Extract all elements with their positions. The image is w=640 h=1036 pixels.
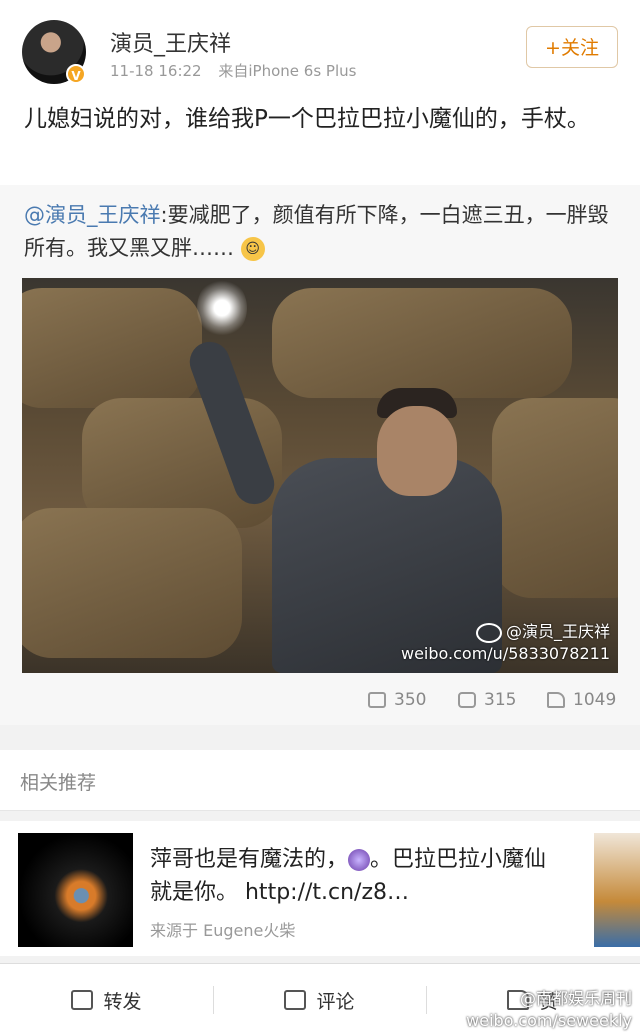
shy-face-emoji-icon: ☺ xyxy=(240,237,265,261)
corner-watermark-handle: @南都娱乐周刊 xyxy=(519,989,632,1008)
related-text-part1: 萍哥也是有魔法的， xyxy=(150,847,349,872)
verified-icon: V xyxy=(66,64,86,84)
photo-watermark: @演员_王庆祥 weibo.com/u/5833078211 xyxy=(401,621,610,665)
related-source: 来源于 Eugene火柴 xyxy=(150,921,296,940)
like-count-value: 1049 xyxy=(573,690,617,710)
repost-count-value: 350 xyxy=(394,690,427,710)
post-time: 11-18 16:22 xyxy=(110,62,202,80)
repost-button-label: 转发 xyxy=(103,990,142,1013)
sandbag xyxy=(22,508,242,658)
sandbag xyxy=(272,288,572,398)
section-gap xyxy=(0,725,640,750)
related-text: 萍哥也是有魔法的， 。巴拉巴拉小魔仙就是你。 http://t.cn/z8… xyxy=(150,843,550,909)
bottom-action-bar: 转发 评论 赞 @南都娱乐周刊 weibo.com/seweekly xyxy=(0,963,640,1036)
lighter-flame xyxy=(197,278,247,338)
section-gap xyxy=(0,811,640,821)
post-card: V 演员_王庆祥 11-18 16:22 来自iPhone 6s Plus +关… xyxy=(0,0,640,185)
crystal-ball-icon xyxy=(348,849,371,871)
share-icon xyxy=(368,692,386,708)
comment-button-label: 评论 xyxy=(316,990,355,1013)
comment-button[interactable]: 评论 xyxy=(213,964,426,1036)
comment-icon xyxy=(458,692,476,708)
comment-count[interactable]: 315 xyxy=(458,690,516,710)
thumbs-up-icon xyxy=(547,692,565,708)
weibo-logo-icon xyxy=(475,622,502,643)
corner-watermark-url: weibo.com/seweekly xyxy=(466,1011,632,1030)
repost-button[interactable]: 转发 xyxy=(0,964,213,1036)
repost-mention[interactable]: @演员_王庆祥 xyxy=(24,203,161,227)
repost-stats: 350 315 1049 xyxy=(0,690,640,726)
repost-count[interactable]: 350 xyxy=(368,690,426,710)
repost-text: @演员_王庆祥:要减肥了，颜值有所下降，一白遮三丑，一胖毁所有。我又黑又胖…… … xyxy=(24,199,618,265)
post-photo[interactable]: @演员_王庆祥 weibo.com/u/5833078211 xyxy=(22,278,618,673)
comment-count-value: 315 xyxy=(484,690,517,710)
corner-watermark: @南都娱乐周刊 weibo.com/seweekly xyxy=(466,988,632,1032)
related-title: 相关推荐 xyxy=(20,772,97,794)
comment-icon xyxy=(284,990,307,1010)
watermark-url: weibo.com/u/5833078211 xyxy=(400,644,610,663)
post-source: 来自iPhone 6s Plus xyxy=(218,62,357,80)
related-thumbnail-next[interactable] xyxy=(594,833,640,947)
related-header: 相关推荐 xyxy=(0,750,640,811)
related-item[interactable]: 萍哥也是有魔法的， 。巴拉巴拉小魔仙就是你。 http://t.cn/z8… 来源… xyxy=(0,821,640,956)
sandbag xyxy=(22,288,202,408)
author-name[interactable]: 演员_王庆祥 xyxy=(110,26,231,58)
related-thumbnail[interactable] xyxy=(18,833,133,947)
share-icon xyxy=(71,990,94,1010)
post-meta: 11-18 16:22 来自iPhone 6s Plus xyxy=(110,60,356,81)
repost-card[interactable]: @演员_王庆祥:要减肥了，颜值有所下降，一白遮三丑，一胖毁所有。我又黑又胖…… … xyxy=(0,185,640,725)
follow-button[interactable]: +关注 xyxy=(526,26,618,68)
face xyxy=(377,406,457,496)
post-text: 儿媳妇说的对，谁给我P一个巴拉巴拉小魔仙的，手杖。 xyxy=(24,106,590,132)
watermark-handle: @演员_王庆祥 xyxy=(505,622,610,641)
like-count[interactable]: 1049 xyxy=(547,690,616,710)
